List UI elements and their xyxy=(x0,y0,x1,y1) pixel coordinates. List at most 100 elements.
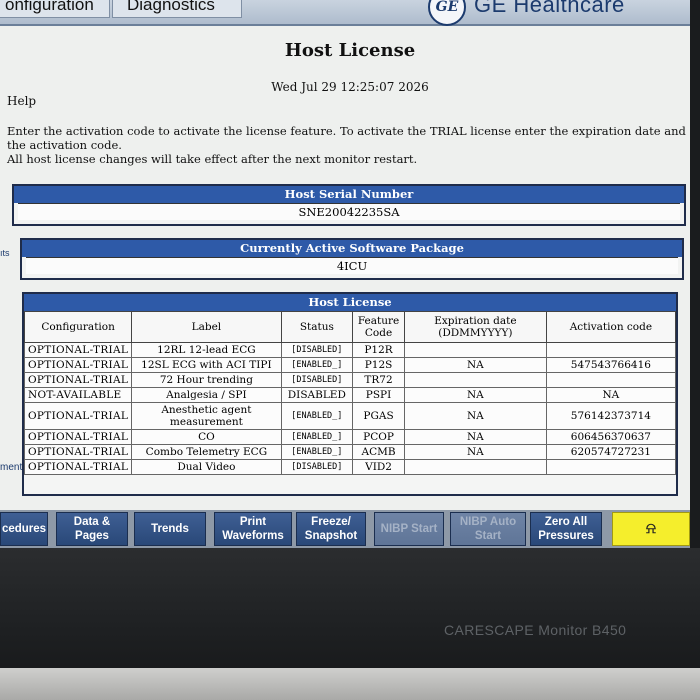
activation-input[interactable]: 606456370637 xyxy=(545,429,676,445)
code-cell: PGAS xyxy=(352,402,405,430)
monitor-screen: onfiguration Diagnostics GE GE Healthcar… xyxy=(0,0,690,548)
package-header: Currently Active Software Package xyxy=(22,240,682,257)
column-header: Label xyxy=(131,311,282,343)
label-cell: 12SL ECG with ACI TIPI xyxy=(131,357,282,373)
side-label: ment xyxy=(0,462,23,473)
code-cell: ACMB xyxy=(352,444,405,460)
activation-input[interactable] xyxy=(545,342,676,358)
column-header: Feature Code xyxy=(352,311,405,343)
ge-logo-icon: GE xyxy=(428,0,466,26)
label-cell: Anesthetic agent measurement xyxy=(131,402,282,430)
table-row: OPTIONAL-TRIAL CO [ENABLED_] PCOP NA 606… xyxy=(24,429,676,445)
table-row: OPTIONAL-TRIAL Anesthetic agent measurem… xyxy=(24,402,676,430)
activation-input[interactable]: 620574727231 xyxy=(545,444,676,460)
code-cell: P12R xyxy=(352,342,405,358)
label-cell: Analgesia / SPI xyxy=(131,387,282,403)
column-header: Configuration xyxy=(24,311,133,343)
expiration-input[interactable]: NA xyxy=(404,402,547,430)
config-cell: OPTIONAL-TRIAL xyxy=(24,459,133,475)
code-cell: TR72 xyxy=(352,372,405,388)
status-cell[interactable]: [DISABLED] xyxy=(280,372,354,388)
code-cell: P12S xyxy=(352,357,405,373)
status-cell[interactable]: [ENABLED_] xyxy=(280,357,354,373)
label-cell: CO xyxy=(131,429,282,445)
nibp-auto-start-button[interactable]: NIBP Auto Start xyxy=(450,512,526,546)
status-cell: DISABLED xyxy=(280,387,354,403)
package-value: 4ICU xyxy=(26,257,678,274)
status-cell[interactable]: [ENABLED_] xyxy=(280,444,354,460)
nibp-start-button[interactable]: NIBP Start xyxy=(374,512,444,546)
print-waveforms-button[interactable]: Print Waveforms xyxy=(214,512,292,546)
serial-panel: Host Serial Number SNE20042235SA xyxy=(12,184,686,226)
mount-shelf xyxy=(0,668,700,700)
freeze-snapshot-button[interactable]: Freeze/ Snapshot xyxy=(296,512,366,546)
config-cell: OPTIONAL-TRIAL xyxy=(24,444,133,460)
instruction-line: Enter the activation code to activate th… xyxy=(7,124,686,138)
device-model-label: CARESCAPE Monitor B450 xyxy=(444,622,627,638)
tab-configuration[interactable]: onfiguration xyxy=(0,0,110,18)
activation-input[interactable]: 547543766416 xyxy=(545,357,676,373)
config-cell: OPTIONAL-TRIAL xyxy=(24,357,133,373)
instructions: Enter the activation code to activate th… xyxy=(7,124,687,166)
config-cell: OPTIONAL-TRIAL xyxy=(24,429,133,445)
data-pages-button[interactable]: Data & Pages xyxy=(56,512,128,546)
code-cell: VID2 xyxy=(352,459,405,475)
expiration-input[interactable]: NA xyxy=(404,444,547,460)
table-row: OPTIONAL-TRIAL Dual Video [DISABLED] VID… xyxy=(24,459,676,475)
instruction-line: the activation code. xyxy=(7,138,122,152)
activation-input[interactable] xyxy=(545,459,676,475)
page-title: Host License xyxy=(284,40,416,61)
license-table-header: Host License xyxy=(24,294,676,311)
code-cell: PCOP xyxy=(352,429,405,445)
help-link[interactable]: Help xyxy=(7,94,36,108)
brand-name: GE Healthcare xyxy=(474,0,625,17)
tab-bar: onfiguration Diagnostics GE GE Healthcar… xyxy=(0,0,690,26)
alarm-silence-button[interactable]: ⍾ xyxy=(612,512,690,546)
alarm-bell-icon: ⍾ xyxy=(646,520,656,537)
code-cell: PSPI xyxy=(352,387,405,403)
tab-diagnostics[interactable]: Diagnostics xyxy=(112,0,242,18)
date-time: Wed Jul 29 12:25:07 2026 xyxy=(271,80,429,94)
package-panel: Currently Active Software Package 4ICU xyxy=(20,238,684,280)
config-cell: NOT-AVAILABLE xyxy=(24,387,133,403)
expiration-input[interactable]: NA xyxy=(404,429,547,445)
procedures-button[interactable]: cedures xyxy=(0,512,48,546)
status-cell[interactable]: [DISABLED] xyxy=(280,459,354,475)
button-bar: cedures Data & Pages Trends Print Wavefo… xyxy=(0,510,690,548)
serial-value: SNE20042235SA xyxy=(18,203,680,220)
column-header: Status xyxy=(280,311,354,343)
label-cell: Dual Video xyxy=(131,459,282,475)
config-cell: OPTIONAL-TRIAL xyxy=(24,342,133,358)
expiration-input[interactable] xyxy=(404,342,547,358)
activation-input[interactable]: 576142373714 xyxy=(545,402,676,430)
table-header-row: Configuration Label Status Feature Code … xyxy=(24,311,676,343)
config-cell: OPTIONAL-TRIAL xyxy=(24,402,133,430)
host-license-panel: Host License Configuration Label Status … xyxy=(22,292,678,496)
status-cell[interactable]: [ENABLED_] xyxy=(280,402,354,430)
status-cell[interactable]: [ENABLED_] xyxy=(280,429,354,445)
status-cell[interactable]: [DISABLED] xyxy=(280,342,354,358)
trends-button[interactable]: Trends xyxy=(134,512,206,546)
label-cell: Combo Telemetry ECG xyxy=(131,444,282,460)
table-row: OPTIONAL-TRIAL 12SL ECG with ACI TIPI [E… xyxy=(24,357,676,373)
expiration-input[interactable] xyxy=(404,372,547,388)
instruction-line: All host license changes will take effec… xyxy=(7,152,418,166)
label-cell: 72 Hour trending xyxy=(131,372,282,388)
license-table: Configuration Label Status Feature Code … xyxy=(24,311,676,475)
table-row: OPTIONAL-TRIAL 72 Hour trending [DISABLE… xyxy=(24,372,676,388)
expiration-cell: NA xyxy=(404,387,547,403)
expiration-input[interactable]: NA xyxy=(404,357,547,373)
expiration-input[interactable] xyxy=(404,459,547,475)
column-header: Expiration date (DDMMYYYY) xyxy=(404,311,547,343)
activation-cell: NA xyxy=(545,387,676,403)
table-row: NOT-AVAILABLE Analgesia / SPI DISABLED P… xyxy=(24,387,676,403)
label-cell: 12RL 12-lead ECG xyxy=(131,342,282,358)
side-label: ıts xyxy=(0,248,10,258)
activation-input[interactable] xyxy=(545,372,676,388)
column-header: Activation code xyxy=(545,311,676,343)
table-row: OPTIONAL-TRIAL 12RL 12-lead ECG [DISABLE… xyxy=(24,342,676,358)
zero-all-pressures-button[interactable]: Zero All Pressures xyxy=(530,512,602,546)
serial-header: Host Serial Number xyxy=(14,186,684,203)
config-cell: OPTIONAL-TRIAL xyxy=(24,372,133,388)
table-row: OPTIONAL-TRIAL Combo Telemetry ECG [ENAB… xyxy=(24,444,676,460)
